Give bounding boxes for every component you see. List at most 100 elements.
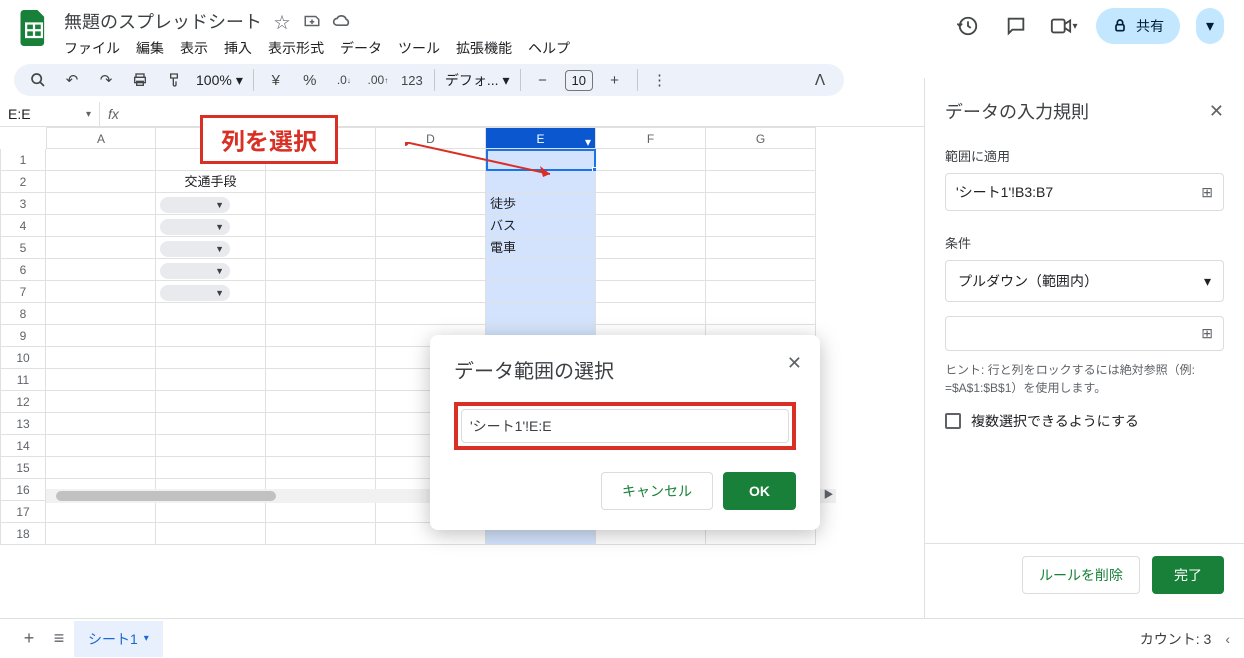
- cell[interactable]: [46, 325, 156, 347]
- cell[interactable]: [596, 171, 706, 193]
- cell[interactable]: [266, 171, 376, 193]
- cell[interactable]: [596, 259, 706, 281]
- menu-format[interactable]: 表示形式: [268, 38, 324, 58]
- row-header[interactable]: 13: [0, 413, 46, 435]
- ok-button[interactable]: OK: [723, 472, 796, 510]
- col-header-F[interactable]: F: [596, 127, 706, 149]
- menu-view[interactable]: 表示: [180, 38, 208, 58]
- cell[interactable]: [266, 259, 376, 281]
- cell[interactable]: [266, 435, 376, 457]
- cell[interactable]: [486, 303, 596, 325]
- row-header[interactable]: 3: [0, 193, 46, 215]
- close-icon[interactable]: ✕: [1209, 101, 1224, 122]
- font-size-input[interactable]: 10: [565, 70, 593, 91]
- collapse-toolbar-icon[interactable]: ᐱ: [808, 68, 832, 92]
- more-icon[interactable]: ⋮: [648, 68, 672, 92]
- cell[interactable]: [266, 523, 376, 545]
- cell[interactable]: [596, 193, 706, 215]
- cell[interactable]: [46, 281, 156, 303]
- menu-help[interactable]: ヘルプ: [528, 38, 570, 58]
- menu-ext[interactable]: 拡張機能: [456, 38, 512, 58]
- menu-data[interactable]: データ: [340, 38, 382, 58]
- row-header[interactable]: 12: [0, 391, 46, 413]
- cell[interactable]: [46, 193, 156, 215]
- row-header[interactable]: 4: [0, 215, 46, 237]
- dropdown-chip[interactable]: ▼: [160, 241, 230, 257]
- cell[interactable]: [706, 171, 816, 193]
- cell[interactable]: [46, 391, 156, 413]
- cell[interactable]: [486, 259, 596, 281]
- paint-icon[interactable]: [162, 68, 186, 92]
- search-icon[interactable]: [26, 68, 50, 92]
- chevron-down-icon[interactable]: ▾: [144, 633, 149, 644]
- menu-file[interactable]: ファイル: [64, 38, 120, 58]
- comment-icon[interactable]: [1000, 10, 1032, 42]
- cell[interactable]: [376, 303, 486, 325]
- cell[interactable]: [156, 347, 266, 369]
- delete-rule-button[interactable]: ルールを削除: [1022, 556, 1140, 594]
- close-icon[interactable]: ✕: [787, 353, 802, 374]
- dropdown-chip[interactable]: ▼: [160, 197, 230, 213]
- cell[interactable]: 交通手段: [156, 171, 266, 193]
- cell[interactable]: [46, 303, 156, 325]
- redo-icon[interactable]: ↷: [94, 68, 118, 92]
- row-header[interactable]: 10: [0, 347, 46, 369]
- cell[interactable]: [486, 281, 596, 303]
- row-header[interactable]: 9: [0, 325, 46, 347]
- dropdown-chip[interactable]: ▼: [160, 263, 230, 279]
- cell[interactable]: [376, 237, 486, 259]
- history-icon[interactable]: [952, 10, 984, 42]
- cancel-button[interactable]: キャンセル: [601, 472, 713, 510]
- cell[interactable]: [46, 215, 156, 237]
- cell[interactable]: [46, 171, 156, 193]
- cell[interactable]: [266, 303, 376, 325]
- cell[interactable]: [156, 501, 266, 523]
- cell[interactable]: [266, 215, 376, 237]
- cell[interactable]: [46, 501, 156, 523]
- meet-icon[interactable]: ▾: [1048, 10, 1080, 42]
- row-header[interactable]: 16: [0, 479, 46, 501]
- cell[interactable]: [706, 259, 816, 281]
- cell[interactable]: ▼: [156, 259, 266, 281]
- cell[interactable]: [596, 237, 706, 259]
- explore-icon[interactable]: ‹: [1225, 631, 1230, 647]
- cell[interactable]: [376, 259, 486, 281]
- star-icon[interactable]: ☆: [272, 11, 292, 31]
- menu-edit[interactable]: 編集: [136, 38, 164, 58]
- cell[interactable]: バス: [486, 215, 596, 237]
- cell[interactable]: [596, 303, 706, 325]
- grid-select-icon[interactable]: ⊞: [1201, 325, 1213, 342]
- cell[interactable]: [596, 281, 706, 303]
- range-field[interactable]: 'シート1'!B3:B7⊞: [945, 173, 1224, 211]
- cell[interactable]: [156, 435, 266, 457]
- share-button[interactable]: 共有: [1096, 8, 1180, 44]
- dropdown-chip[interactable]: ▼: [160, 285, 230, 301]
- row-header[interactable]: 15: [0, 457, 46, 479]
- cell[interactable]: [46, 435, 156, 457]
- all-sheets-icon[interactable]: ≡: [44, 628, 74, 649]
- cell[interactable]: [46, 347, 156, 369]
- cell[interactable]: [46, 237, 156, 259]
- cell[interactable]: [706, 303, 816, 325]
- cell[interactable]: [266, 501, 376, 523]
- cell[interactable]: ▼: [156, 281, 266, 303]
- add-sheet-icon[interactable]: +: [14, 628, 44, 649]
- sheets-logo[interactable]: [14, 8, 54, 48]
- sheet-tab-1[interactable]: シート1▾: [74, 621, 163, 657]
- cell[interactable]: ▼: [156, 193, 266, 215]
- cell[interactable]: [266, 457, 376, 479]
- move-icon[interactable]: [302, 11, 322, 31]
- cell[interactable]: [46, 457, 156, 479]
- row-header[interactable]: 18: [0, 523, 46, 545]
- range-input[interactable]: [461, 409, 789, 443]
- cell[interactable]: [156, 369, 266, 391]
- print-icon[interactable]: [128, 68, 152, 92]
- cell[interactable]: [156, 325, 266, 347]
- dec-decimal[interactable]: .0↓: [332, 68, 356, 92]
- row-header[interactable]: 6: [0, 259, 46, 281]
- cell[interactable]: [706, 237, 816, 259]
- cell[interactable]: [46, 149, 156, 171]
- cell[interactable]: ▼: [156, 215, 266, 237]
- cell[interactable]: [706, 281, 816, 303]
- doc-title[interactable]: 無題のスプレッドシート: [64, 8, 262, 34]
